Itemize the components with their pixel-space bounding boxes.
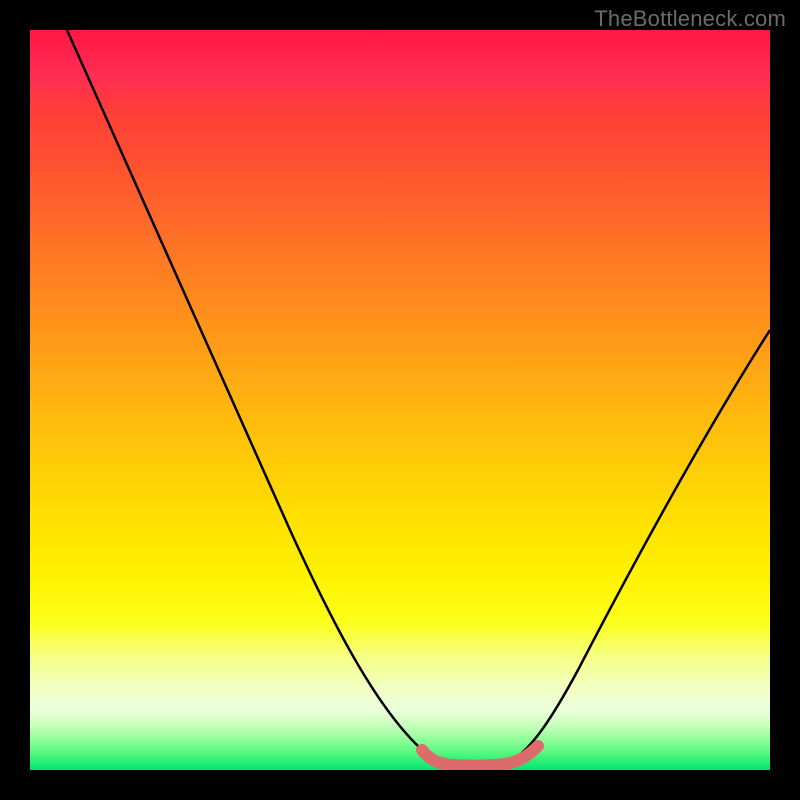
flat-bottom-highlight: [422, 746, 538, 766]
curve-path: [67, 30, 770, 765]
watermark-text: TheBottleneck.com: [594, 6, 786, 32]
chart-frame: TheBottleneck.com: [0, 0, 800, 800]
plot-area: [30, 30, 770, 770]
bottleneck-curve: [30, 30, 770, 770]
